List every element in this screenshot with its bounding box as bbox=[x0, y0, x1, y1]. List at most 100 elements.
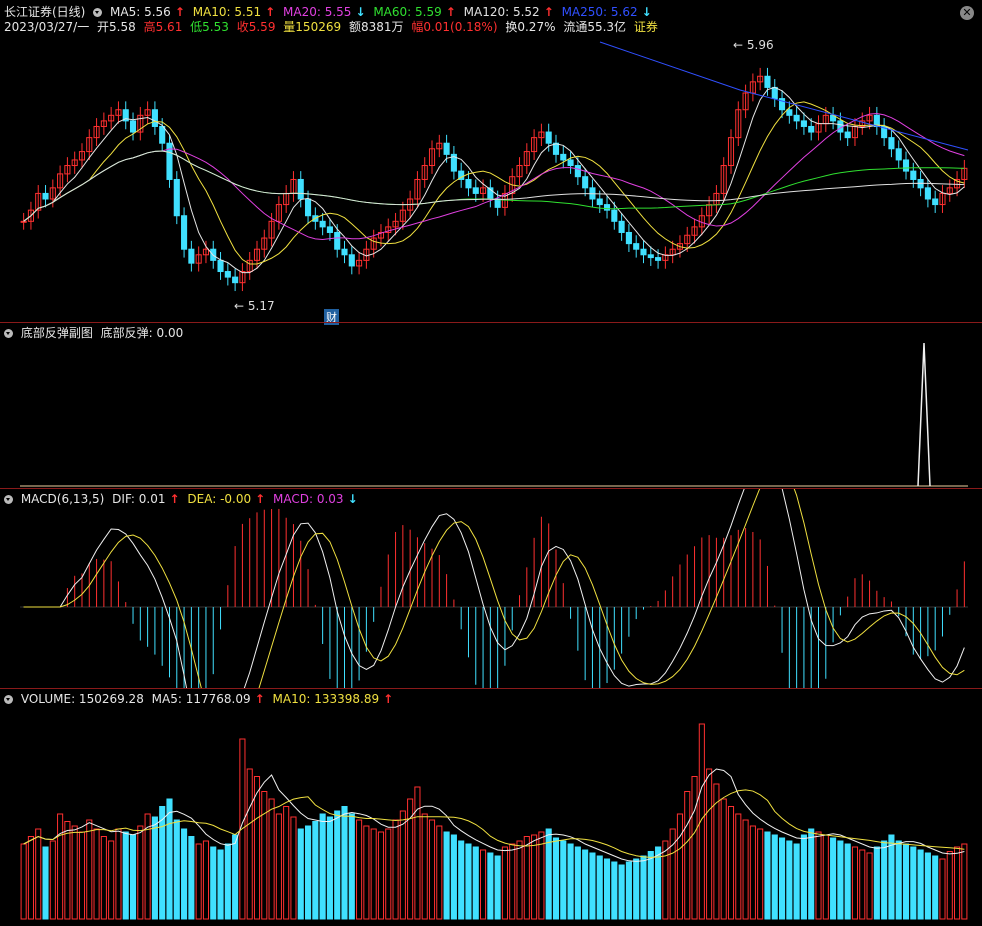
down-volume-bar bbox=[560, 840, 567, 920]
down-candle bbox=[545, 131, 552, 144]
down-volume-bar bbox=[778, 837, 786, 920]
up-volume-bar bbox=[108, 840, 115, 920]
up-volume-bar bbox=[436, 825, 443, 920]
down-candle bbox=[582, 176, 589, 189]
down-volume-bar bbox=[764, 831, 771, 920]
up-volume-bar bbox=[202, 840, 210, 920]
up-volume-bar bbox=[851, 846, 859, 920]
down-volume-bar bbox=[800, 834, 807, 920]
down-volume-bar bbox=[633, 858, 640, 920]
up-volume-bar bbox=[246, 768, 253, 920]
volume-chart bbox=[20, 723, 968, 920]
down-candle bbox=[902, 159, 910, 172]
macd-panel[interactable]: MACD(6,13,5) DIF: 0.01 ↑ DEA: -0.00 ↑ MACD… bbox=[0, 488, 982, 689]
up-volume-bar bbox=[516, 840, 523, 920]
down-volume-bar bbox=[924, 852, 931, 920]
up-volume-bar bbox=[939, 858, 946, 920]
down-candle bbox=[348, 254, 355, 267]
up-volume-bar bbox=[735, 813, 742, 920]
down-volume-bar bbox=[932, 855, 939, 920]
up-volume-bar bbox=[414, 786, 421, 920]
dea-line bbox=[23, 489, 965, 689]
indicator-chart bbox=[20, 342, 968, 487]
down-candle bbox=[888, 137, 895, 150]
down-volume-bar bbox=[917, 849, 924, 920]
up-volume-bar bbox=[385, 828, 392, 920]
down-volume-bar bbox=[326, 816, 333, 920]
up-volume-bar bbox=[691, 776, 698, 920]
down-candle bbox=[334, 231, 341, 250]
up-volume-bar bbox=[290, 816, 297, 920]
down-volume-bar bbox=[881, 840, 888, 920]
down-volume-bar bbox=[210, 846, 217, 920]
up-volume-bar bbox=[720, 798, 727, 920]
up-volume-bar bbox=[195, 843, 202, 920]
up-volume-bar bbox=[86, 819, 93, 920]
up-volume-bar bbox=[684, 791, 691, 920]
up-volume-bar bbox=[749, 825, 756, 920]
down-candle bbox=[596, 198, 603, 206]
down-volume-bar bbox=[319, 813, 326, 920]
down-volume-bar bbox=[159, 806, 166, 920]
up-volume-bar bbox=[662, 840, 669, 920]
down-volume-bar bbox=[42, 846, 49, 920]
down-volume-bar bbox=[151, 816, 158, 920]
down-volume-bar bbox=[122, 831, 129, 920]
down-volume-bar bbox=[888, 834, 895, 920]
down-volume-bar bbox=[304, 825, 312, 920]
up-volume-bar bbox=[428, 819, 436, 920]
up-volume-bar bbox=[283, 806, 290, 920]
down-candle bbox=[181, 215, 188, 250]
down-volume-bar bbox=[902, 843, 910, 920]
down-volume-bar bbox=[232, 834, 239, 920]
down-candle bbox=[924, 187, 931, 200]
down-volume-bar bbox=[830, 837, 837, 920]
down-volume-bar bbox=[487, 852, 494, 920]
down-volume-bar bbox=[129, 834, 137, 920]
down-volume-bar bbox=[596, 855, 603, 920]
up-volume-bar bbox=[20, 843, 27, 920]
down-volume-bar bbox=[873, 846, 880, 920]
down-volume-bar bbox=[472, 846, 479, 920]
up-volume-bar bbox=[961, 843, 968, 920]
down-candle bbox=[611, 209, 618, 222]
up-volume-bar bbox=[93, 828, 100, 920]
candlestick-chart bbox=[20, 41, 969, 292]
down-volume-bar bbox=[494, 855, 501, 920]
volume-panel[interactable]: VOLUME: 150269.28 MA5: 117768.09 ↑ MA10: … bbox=[0, 688, 982, 926]
price-panel[interactable]: 长江证券(日线) MA5: 5.56 ↑ MA10: 5.51 ↑ MA20: 5.… bbox=[0, 0, 982, 325]
ma120-line bbox=[23, 150, 965, 222]
up-volume-bar bbox=[859, 849, 866, 920]
down-candle bbox=[341, 248, 348, 256]
up-volume-bar bbox=[35, 828, 42, 920]
indicator-panel[interactable]: 底部反弹副图 底部反弹: 0.00 bbox=[0, 322, 982, 489]
down-candle bbox=[618, 220, 625, 233]
down-candle bbox=[625, 231, 632, 245]
down-candle bbox=[808, 125, 815, 133]
down-volume-bar bbox=[166, 798, 173, 920]
down-volume-bar bbox=[808, 828, 815, 920]
up-volume-bar bbox=[115, 828, 122, 920]
down-volume-bar bbox=[458, 840, 465, 920]
down-candle bbox=[552, 142, 560, 155]
up-volume-bar bbox=[100, 836, 107, 920]
down-volume-bar bbox=[297, 828, 304, 920]
indicator-spike bbox=[917, 342, 931, 487]
down-candle bbox=[42, 192, 49, 200]
down-volume-bar bbox=[786, 840, 793, 920]
up-volume-bar bbox=[137, 825, 144, 920]
up-volume-bar bbox=[275, 813, 282, 920]
down-candle bbox=[232, 276, 239, 284]
macd-chart bbox=[20, 489, 968, 689]
down-candle bbox=[224, 271, 231, 278]
down-volume-bar bbox=[334, 810, 341, 920]
down-volume-bar bbox=[582, 849, 589, 920]
down-candle bbox=[297, 178, 304, 200]
up-volume-bar bbox=[49, 840, 56, 920]
down-candle bbox=[151, 109, 158, 127]
down-candle bbox=[129, 120, 137, 133]
down-volume-bar bbox=[312, 821, 319, 920]
up-volume-bar bbox=[742, 819, 749, 920]
down-candle bbox=[633, 243, 640, 250]
down-candle bbox=[800, 120, 807, 127]
